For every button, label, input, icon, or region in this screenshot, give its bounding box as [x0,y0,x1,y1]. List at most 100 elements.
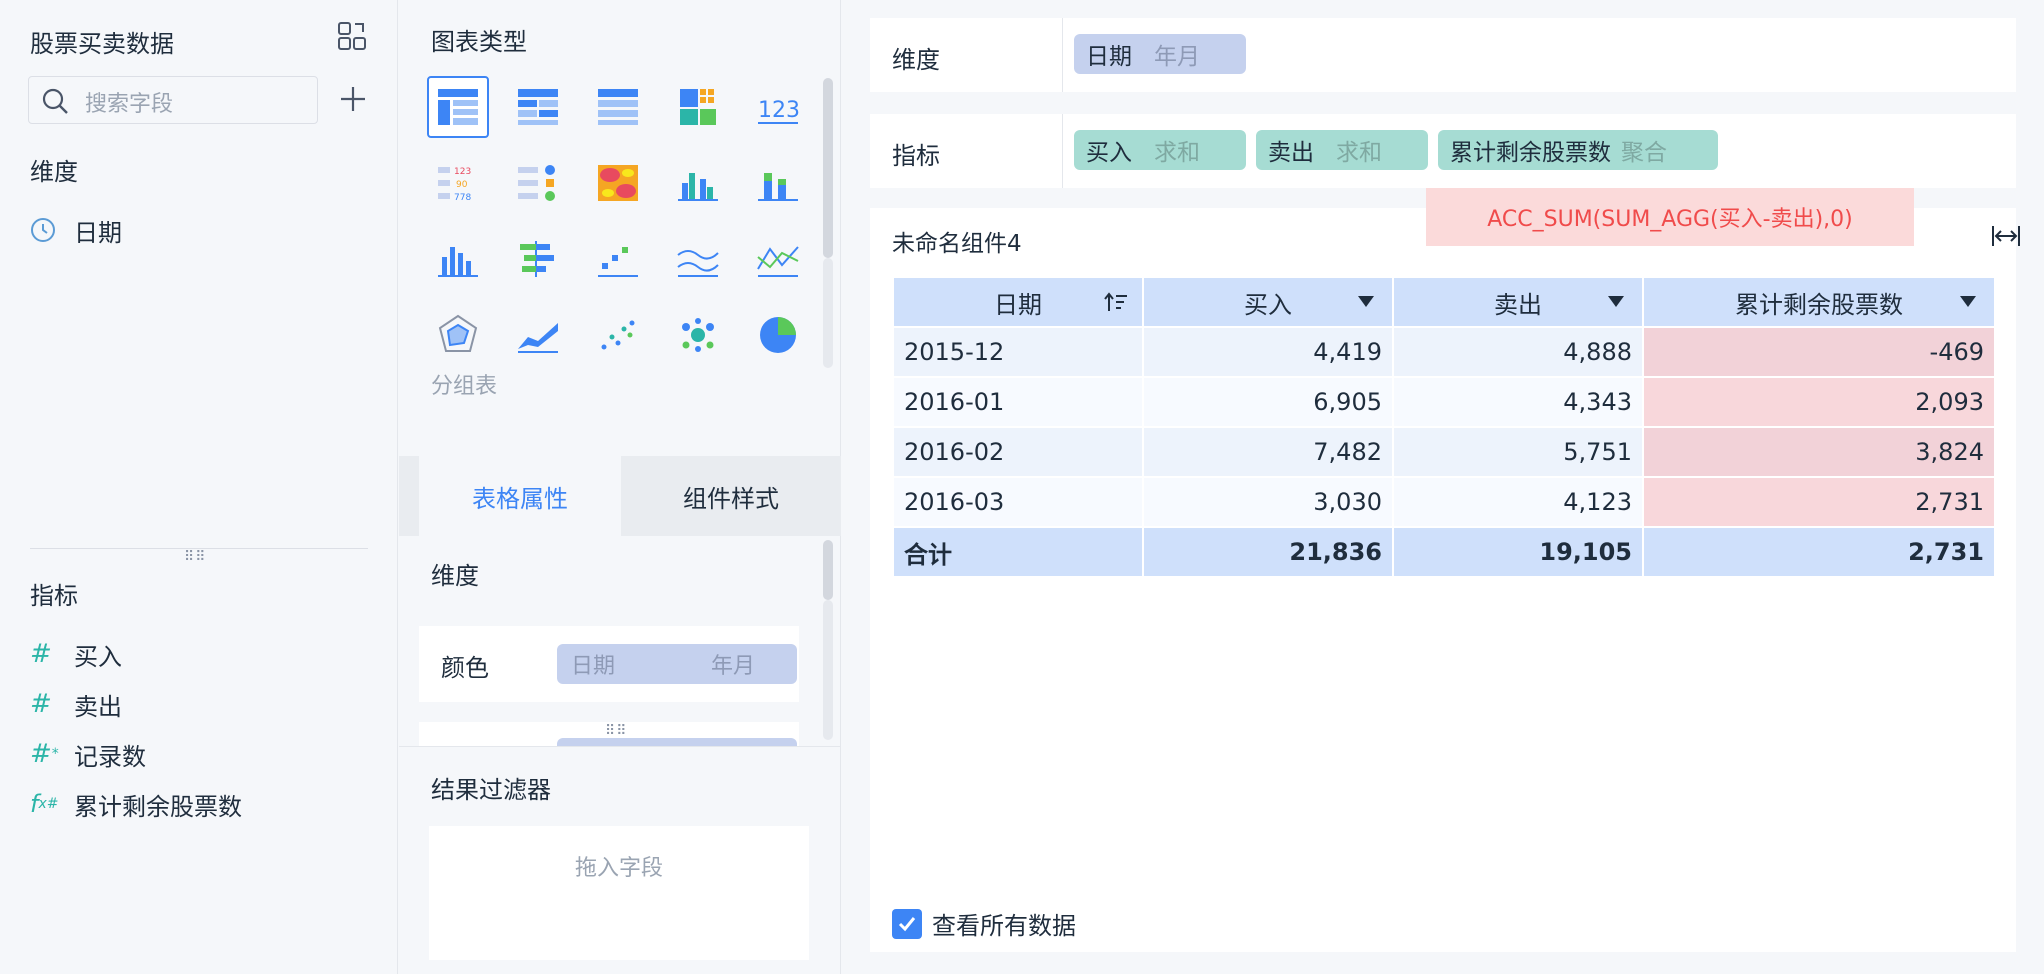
view-all-data-checkbox[interactable]: 查看所有数据 [892,906,1076,941]
table-cell: 2015-12 [892,326,1144,378]
chart-type-scroll-track [823,258,833,368]
measure-shelf: 指标 买入 求和 卖出 求和 累计剩余股票数 聚合 [870,114,2016,188]
field-item-cumulative[interactable]: f x# 累计剩余股票数 [30,786,242,822]
number-icon: # [30,689,52,719]
dimension-shelf-label: 维度 [892,46,940,74]
property-dimension-label: 维度 [431,562,479,590]
sort-asc-icon[interactable] [1104,291,1128,315]
shelf-separator [1062,114,1063,188]
chart-type-heatmap[interactable] [587,152,649,214]
chart-type-area[interactable] [507,304,569,366]
tab-table-properties[interactable]: 表格属性 [419,456,621,536]
chart-type-stacked-bar[interactable] [747,152,809,214]
selected-chart-type-name: 分组表 [431,374,498,399]
measure-section-label: 指标 [30,582,78,610]
table-row: 2016-03 3,030 4,123 2,731 [892,476,1996,528]
total-cell: 19,105 [1392,526,1644,578]
chart-type-group-table[interactable] [427,76,489,138]
filter-drop-zone[interactable]: 拖入字段 [429,826,809,960]
add-field-icon[interactable] [338,84,368,114]
table-cell: 2016-02 [892,426,1144,478]
chart-type-bubble[interactable] [667,304,729,366]
total-label-cell: 合计 [892,526,1144,578]
resize-handle[interactable]: ⠿⠿ [605,724,628,738]
chart-type-horizontal-bar[interactable] [507,228,569,290]
formula-icon: f x# [30,790,59,818]
chart-type-grouped-bar[interactable] [667,152,729,214]
filter-divider [399,746,841,747]
pill-agg: 聚合 [1621,140,1667,166]
checkmark-icon[interactable] [892,908,922,939]
dimension-shelf: 维度 日期 年月 [870,18,2016,92]
chart-type-title: 图表类型 [431,28,527,56]
search-placeholder: 搜索字段 [85,92,174,117]
table-cell: 4,419 [1142,326,1394,378]
chart-type-cross-table[interactable] [507,76,569,138]
chart-type-icon-table[interactable] [507,152,569,214]
chart-type-detail-table[interactable] [587,76,649,138]
chart-type-range-bar[interactable] [587,228,649,290]
pill-field: 累计剩余股票数 [1450,140,1611,166]
column-header-sell[interactable]: 卖出 [1392,276,1644,328]
field-item-buy[interactable]: # 买入 [30,636,122,672]
measure-pill-cumulative[interactable]: 累计剩余股票数 聚合 [1438,130,1718,170]
color-label: 颜色 [441,654,489,682]
widget-title[interactable]: 未命名组件4 [892,224,1022,258]
property-scroll-track [823,600,833,740]
table-cell: 3,030 [1142,476,1394,528]
chart-type-scrollbar[interactable] [823,78,833,258]
field-label: 记录数 [74,742,146,771]
chart-type-scatter[interactable] [587,304,649,366]
total-cell: 21,836 [1142,526,1394,578]
table-cell: 4,888 [1392,326,1644,378]
clock-icon [30,217,64,243]
chart-type-pie[interactable] [747,304,809,366]
measure-pill-sell[interactable]: 卖出 求和 [1256,130,1428,170]
formula-annotation: ACC_SUM(SUM_AGG(买入-卖出),0) [1426,188,1914,246]
column-header-label: 累计剩余股票数 [1735,290,1903,319]
chart-type-treemap[interactable] [667,76,729,138]
pill-agg: 求和 [1154,140,1200,166]
chart-type-combo-line[interactable] [747,228,809,290]
column-header-date[interactable]: 日期 [892,276,1144,328]
chart-type-bar[interactable] [427,228,489,290]
tab-component-style[interactable]: 组件样式 [621,456,841,536]
switch-dataset-icon[interactable] [336,20,368,52]
pill-agg: 年月 [710,654,755,679]
column-header-label: 日期 [994,290,1042,319]
table-cell: 2016-01 [892,376,1144,428]
field-item-record-count[interactable]: # * 记录数 [30,736,146,772]
field-label: 买入 [74,642,122,671]
dimension-pill-date[interactable]: 日期 年月 [1074,34,1246,74]
property-scrollbar[interactable] [823,540,833,600]
fit-width-icon[interactable] [1990,222,2022,250]
svg-text:778: 778 [454,193,471,203]
field-label: 日期 [74,218,122,247]
measure-pill-buy[interactable]: 买入 求和 [1074,130,1246,170]
resize-handle[interactable]: ⠿⠿ [184,550,207,564]
chart-type-kpi[interactable]: 123 [747,76,809,138]
column-header-buy[interactable]: 买入 [1142,276,1394,328]
color-field-pill[interactable]: 日期 年月 [557,644,797,684]
dropdown-arrow-icon[interactable] [1960,296,1976,307]
chart-type-radar[interactable] [427,304,489,366]
table-cell: 2,731 [1642,476,1996,528]
next-property-pill [557,738,797,746]
dropdown-arrow-icon[interactable] [1358,296,1374,307]
field-search-input[interactable]: 搜索字段 [28,76,318,124]
table-header-row: 日期 买入 卖出 累计剩余股票数 [892,276,1996,328]
field-item-sell[interactable]: # 卖出 [30,686,122,722]
pill-field: 日期 [571,654,616,679]
chart-type-colored-table[interactable]: 123 90 778 [427,152,489,214]
pill-field: 日期 [1086,44,1132,70]
chart-config-panel: 图表类型 123 123 90 778 分组表 表格属性 组件样式 维度 颜色 … [399,0,841,974]
column-header-label: 卖出 [1494,290,1542,319]
svg-text:90: 90 [456,180,468,190]
column-header-cumulative[interactable]: 累计剩余股票数 [1642,276,1996,328]
property-tabs: 表格属性 组件样式 [399,456,841,536]
chart-type-line[interactable] [667,228,729,290]
dropdown-arrow-icon[interactable] [1608,296,1624,307]
column-header-label: 买入 [1244,290,1292,319]
pill-field: 卖出 [1268,140,1314,166]
field-item-date[interactable]: 日期 [30,212,122,248]
